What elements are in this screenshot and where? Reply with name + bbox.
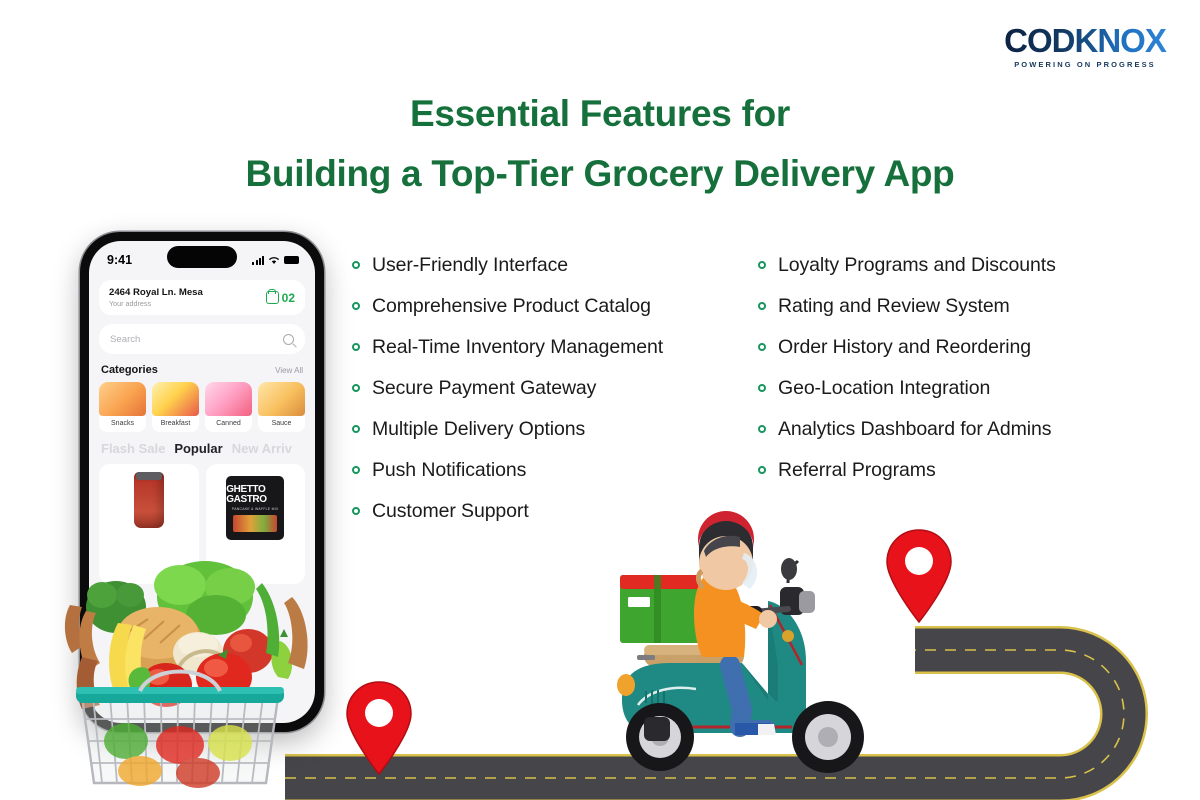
- feature-label: Geo-Location Integration: [778, 377, 991, 399]
- bullet-icon: [352, 466, 360, 474]
- title-line-1: Essential Features for: [410, 93, 790, 134]
- sauce-jar-image: [133, 472, 164, 528]
- feature-item: Rating and Review System: [758, 293, 1178, 334]
- feature-list-right: Loyalty Programs and Discounts Rating an…: [758, 252, 1178, 498]
- category-image: [258, 382, 305, 416]
- bullet-icon: [352, 384, 360, 392]
- feature-list-left: User-Friendly Interface Comprehensive Pr…: [352, 252, 752, 539]
- bullet-icon: [352, 343, 360, 351]
- category-item-canned[interactable]: Canned: [205, 382, 252, 432]
- feature-item: Comprehensive Product Catalog: [352, 293, 752, 334]
- bullet-icon: [352, 261, 360, 269]
- can-photo: [233, 514, 278, 532]
- bullet-icon: [352, 425, 360, 433]
- address-card[interactable]: 2464 Royal Ln. Mesa Your address 02: [99, 280, 305, 315]
- feature-label: User-Friendly Interface: [372, 254, 569, 276]
- feature-item: Geo-Location Integration: [758, 375, 1178, 416]
- feature-label: Real-Time Inventory Management: [372, 336, 664, 358]
- feature-label: Multiple Delivery Options: [372, 418, 586, 440]
- feature-label: Rating and Review System: [778, 295, 1010, 317]
- feature-label: Loyalty Programs and Discounts: [778, 254, 1056, 276]
- brand-logo: CODKNOX POWERING ON PROGRESS: [1000, 24, 1170, 69]
- category-image: [99, 382, 146, 416]
- bullet-icon: [758, 425, 766, 433]
- map-pin-icon-start: [346, 681, 412, 776]
- search-input[interactable]: Search: [99, 324, 305, 354]
- feature-item: Multiple Delivery Options: [352, 416, 752, 457]
- category-item-snacks[interactable]: Snacks: [99, 382, 146, 432]
- signal-bars-icon: [252, 255, 264, 265]
- phone-status-bar: 9:41: [89, 241, 315, 275]
- cart-button[interactable]: 02: [265, 290, 295, 305]
- bullet-icon: [758, 261, 766, 269]
- dynamic-island: [167, 246, 237, 268]
- infographic-page: CODKNOX POWERING ON PROGRESS Essential F…: [0, 0, 1200, 800]
- feature-item: Secure Payment Gateway: [352, 375, 752, 416]
- bullet-icon: [758, 466, 766, 474]
- tab-flash-sale[interactable]: Flash Sale: [101, 441, 165, 456]
- feature-item: Order History and Reordering: [758, 334, 1178, 375]
- feature-label: Referral Programs: [778, 459, 936, 481]
- shopping-bag-icon: [265, 291, 279, 304]
- feature-item: Loyalty Programs and Discounts: [758, 252, 1178, 293]
- wifi-icon: [268, 257, 280, 264]
- category-label: Snacks: [99, 416, 146, 432]
- feature-label: Order History and Reordering: [778, 336, 1031, 358]
- page-title: Essential Features for Building a Top-Ti…: [0, 88, 1200, 200]
- brand-tagline: POWERING ON PROGRESS: [1014, 60, 1156, 69]
- tab-new-arrivals[interactable]: New Arriv: [232, 441, 292, 456]
- product-sub: PANCAKE & WAFFLE MIX: [231, 506, 279, 511]
- can-image: GHETTO GASTRO PANCAKE & WAFFLE MIX: [226, 476, 285, 540]
- category-image: [205, 382, 252, 416]
- cart-count: 02: [281, 290, 295, 305]
- status-time: 9:41: [107, 253, 133, 267]
- feature-label: Comprehensive Product Catalog: [372, 295, 651, 317]
- view-all-link[interactable]: View All: [275, 366, 303, 375]
- product-tabs: Flash Sale Popular New Arriv: [101, 441, 303, 456]
- feature-item: Real-Time Inventory Management: [352, 334, 752, 375]
- tab-popular[interactable]: Popular: [174, 441, 222, 456]
- category-image: [152, 382, 199, 416]
- address-sub: Your address: [109, 299, 152, 308]
- status-icons: [252, 255, 299, 265]
- brand-name: CODKNOX: [1000, 24, 1170, 57]
- map-pin-icon-end: [886, 529, 952, 624]
- grocery-basket-illustration: [30, 545, 320, 795]
- category-item-breakfast[interactable]: Breakfast: [152, 382, 199, 432]
- feature-item: Analytics Dashboard for Admins: [758, 416, 1178, 457]
- address-text-group: 2464 Royal Ln. Mesa Your address: [109, 287, 203, 308]
- category-label: Breakfast: [152, 416, 199, 432]
- bullet-icon: [352, 302, 360, 310]
- category-list: Snacks Breakfast Canned Sauce: [99, 382, 305, 432]
- search-placeholder: Search: [110, 333, 141, 345]
- feature-label: Analytics Dashboard for Admins: [778, 418, 1052, 440]
- bullet-icon: [758, 302, 766, 310]
- bullet-icon: [758, 343, 766, 351]
- feature-item: Push Notifications: [352, 457, 752, 498]
- feature-label: Secure Payment Gateway: [372, 377, 597, 399]
- title-line-2: Building a Top-Tier Grocery Delivery App: [245, 153, 955, 194]
- categories-title: Categories: [101, 364, 158, 376]
- bullet-icon: [758, 384, 766, 392]
- feature-label: Push Notifications: [372, 459, 527, 481]
- category-item-sauce[interactable]: Sauce: [258, 382, 305, 432]
- battery-icon: [284, 256, 299, 264]
- product-name: GHETTO GASTRO: [226, 483, 267, 505]
- delivery-scooter-illustration: [592, 505, 892, 780]
- categories-header: Categories View All: [101, 364, 303, 376]
- category-label: Canned: [205, 416, 252, 432]
- feature-item: User-Friendly Interface: [352, 252, 752, 293]
- feature-item: Referral Programs: [758, 457, 1178, 498]
- search-icon: [283, 333, 294, 345]
- address-main: 2464 Royal Ln. Mesa: [109, 287, 203, 298]
- category-label: Sauce: [258, 416, 305, 432]
